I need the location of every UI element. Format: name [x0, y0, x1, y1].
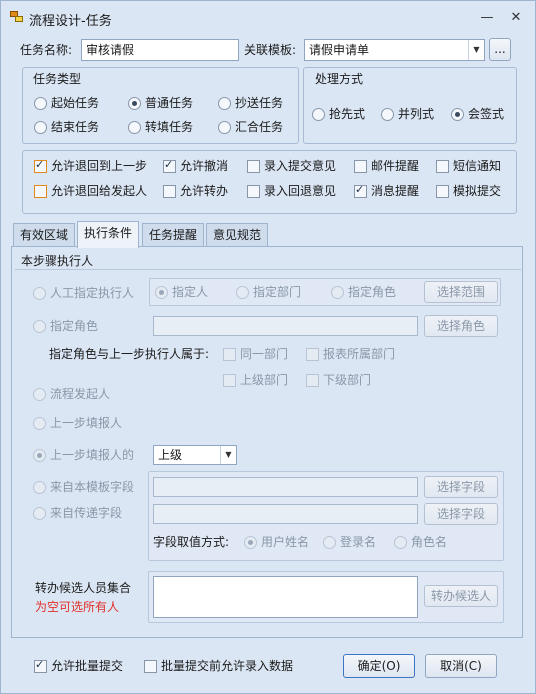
sms-notify-checkbox[interactable]: 短信通知: [436, 158, 501, 174]
prev-filler-of-combo[interactable]: 上级 ▼: [153, 445, 237, 465]
task-type-end[interactable]: 结束任务: [34, 119, 99, 135]
chevron-down-icon[interactable]: ▼: [220, 446, 236, 464]
return-opinion-checkbox[interactable]: 录入回退意见: [247, 183, 336, 199]
specified-role-radio[interactable]: 指定角色: [33, 318, 98, 334]
tab-exec-condition[interactable]: 执行条件: [77, 221, 140, 248]
title-bar: 流程设计-任务 — ✕: [1, 1, 535, 35]
allow-return-prev-checkbox[interactable]: 允许退回到上一步: [34, 158, 147, 174]
chevron-down-icon[interactable]: ▼: [468, 40, 484, 60]
field-mode-login[interactable]: 登录名: [323, 534, 376, 550]
lower-dept-checkbox[interactable]: 下级部门: [306, 372, 371, 388]
report-dept-checkbox[interactable]: 报表所属部门: [306, 346, 395, 362]
select-template-field-button[interactable]: 选择字段: [424, 476, 498, 498]
template-browse-button[interactable]: ...: [489, 38, 511, 61]
template-field-radio[interactable]: 来自本模板字段: [33, 479, 134, 495]
task-type-cc[interactable]: 抄送任务: [218, 95, 283, 111]
process-mode-preempt[interactable]: 抢先式: [312, 106, 365, 122]
minimize-button[interactable]: —: [477, 9, 497, 27]
template-combo[interactable]: 请假申请单 ▼: [304, 39, 485, 61]
task-name-label: 任务名称:: [20, 43, 73, 57]
role-input[interactable]: [153, 316, 418, 336]
prev-filler-of-value: 上级: [158, 448, 183, 462]
allow-return-initiator-checkbox[interactable]: 允许退回给发起人: [34, 183, 147, 199]
allow-transfer-checkbox[interactable]: 允许转办: [163, 183, 228, 199]
select-passed-field-button[interactable]: 选择字段: [424, 503, 498, 525]
process-mode-title: 处理方式: [311, 72, 368, 86]
candidates-input[interactable]: [153, 576, 418, 618]
manual-choice-person[interactable]: 指定人: [155, 284, 208, 300]
initiator-radio[interactable]: 流程发起人: [33, 386, 110, 402]
batch-submit-checkbox[interactable]: 允许批量提交: [34, 658, 123, 674]
field-mode-label: 字段取值方式:: [153, 535, 230, 549]
simulate-submit-checkbox[interactable]: 模拟提交: [436, 183, 501, 199]
batch-input-checkbox[interactable]: 批量提交前允许录入数据: [144, 658, 293, 674]
manual-choice-dept[interactable]: 指定部门: [236, 284, 301, 300]
process-mode-countersign[interactable]: 会签式: [451, 106, 504, 122]
passed-field-radio[interactable]: 来自传递字段: [33, 505, 122, 521]
task-type-merge[interactable]: 汇合任务: [218, 119, 283, 135]
field-mode-username[interactable]: 用户姓名: [244, 534, 309, 550]
cancel-button[interactable]: 取消(C): [425, 654, 497, 678]
candidates-label: 转办候选人员集合: [35, 581, 132, 595]
passed-field-input[interactable]: [153, 504, 418, 524]
template-label: 关联模板:: [244, 43, 297, 57]
template-field-input[interactable]: [153, 477, 418, 497]
ok-button[interactable]: 确定(O): [343, 654, 415, 678]
message-remind-checkbox[interactable]: 消息提醒: [354, 183, 419, 199]
task-design-window: 流程设计-任务 — ✕ 任务名称: 审核请假 关联模板: 请假申请单 ▼ ...…: [0, 0, 536, 694]
transfer-candidates-button[interactable]: 转办候选人: [424, 585, 498, 607]
role-relation-label: 指定角色与上一步执行人属于:: [49, 347, 210, 361]
manual-executor-radio[interactable]: 人工指定执行人: [33, 285, 134, 301]
field-mode-role[interactable]: 角色名: [394, 534, 447, 550]
allow-undo-checkbox[interactable]: 允许撤消: [163, 158, 228, 174]
task-type-normal[interactable]: 普通任务: [128, 95, 193, 111]
task-type-transfer[interactable]: 转填任务: [128, 119, 193, 135]
tab-opinion-rule[interactable]: 意见规范: [206, 223, 269, 247]
submit-opinion-checkbox[interactable]: 录入提交意见: [247, 158, 336, 174]
process-mode-parallel[interactable]: 并列式: [381, 106, 434, 122]
task-type-start[interactable]: 起始任务: [34, 95, 99, 111]
candidates-hint: 为空可选所有人: [35, 600, 120, 614]
task-type-title: 任务类型: [29, 72, 86, 86]
select-range-button[interactable]: 选择范围: [424, 281, 498, 303]
manual-choice-role[interactable]: 指定角色: [331, 284, 396, 300]
template-value: 请假申请单: [309, 43, 370, 57]
upper-dept-checkbox[interactable]: 上级部门: [223, 372, 288, 388]
window-title: 流程设计-任务: [29, 14, 112, 29]
email-remind-checkbox[interactable]: 邮件提醒: [354, 158, 419, 174]
close-button[interactable]: ✕: [506, 9, 526, 27]
executor-section-title: 本步骤执行人: [21, 254, 94, 268]
app-icon: [10, 11, 24, 23]
select-role-button[interactable]: 选择角色: [424, 315, 498, 337]
tab-task-remind[interactable]: 任务提醒: [142, 223, 205, 247]
same-dept-checkbox[interactable]: 同一部门: [223, 346, 288, 362]
section-divider: [15, 269, 521, 270]
prev-filler-of-radio[interactable]: 上一步填报人的: [33, 447, 134, 463]
prev-filler-radio[interactable]: 上一步填报人: [33, 415, 122, 431]
tab-valid-area[interactable]: 有效区域: [13, 223, 76, 247]
task-name-input[interactable]: 审核请假: [81, 39, 239, 61]
